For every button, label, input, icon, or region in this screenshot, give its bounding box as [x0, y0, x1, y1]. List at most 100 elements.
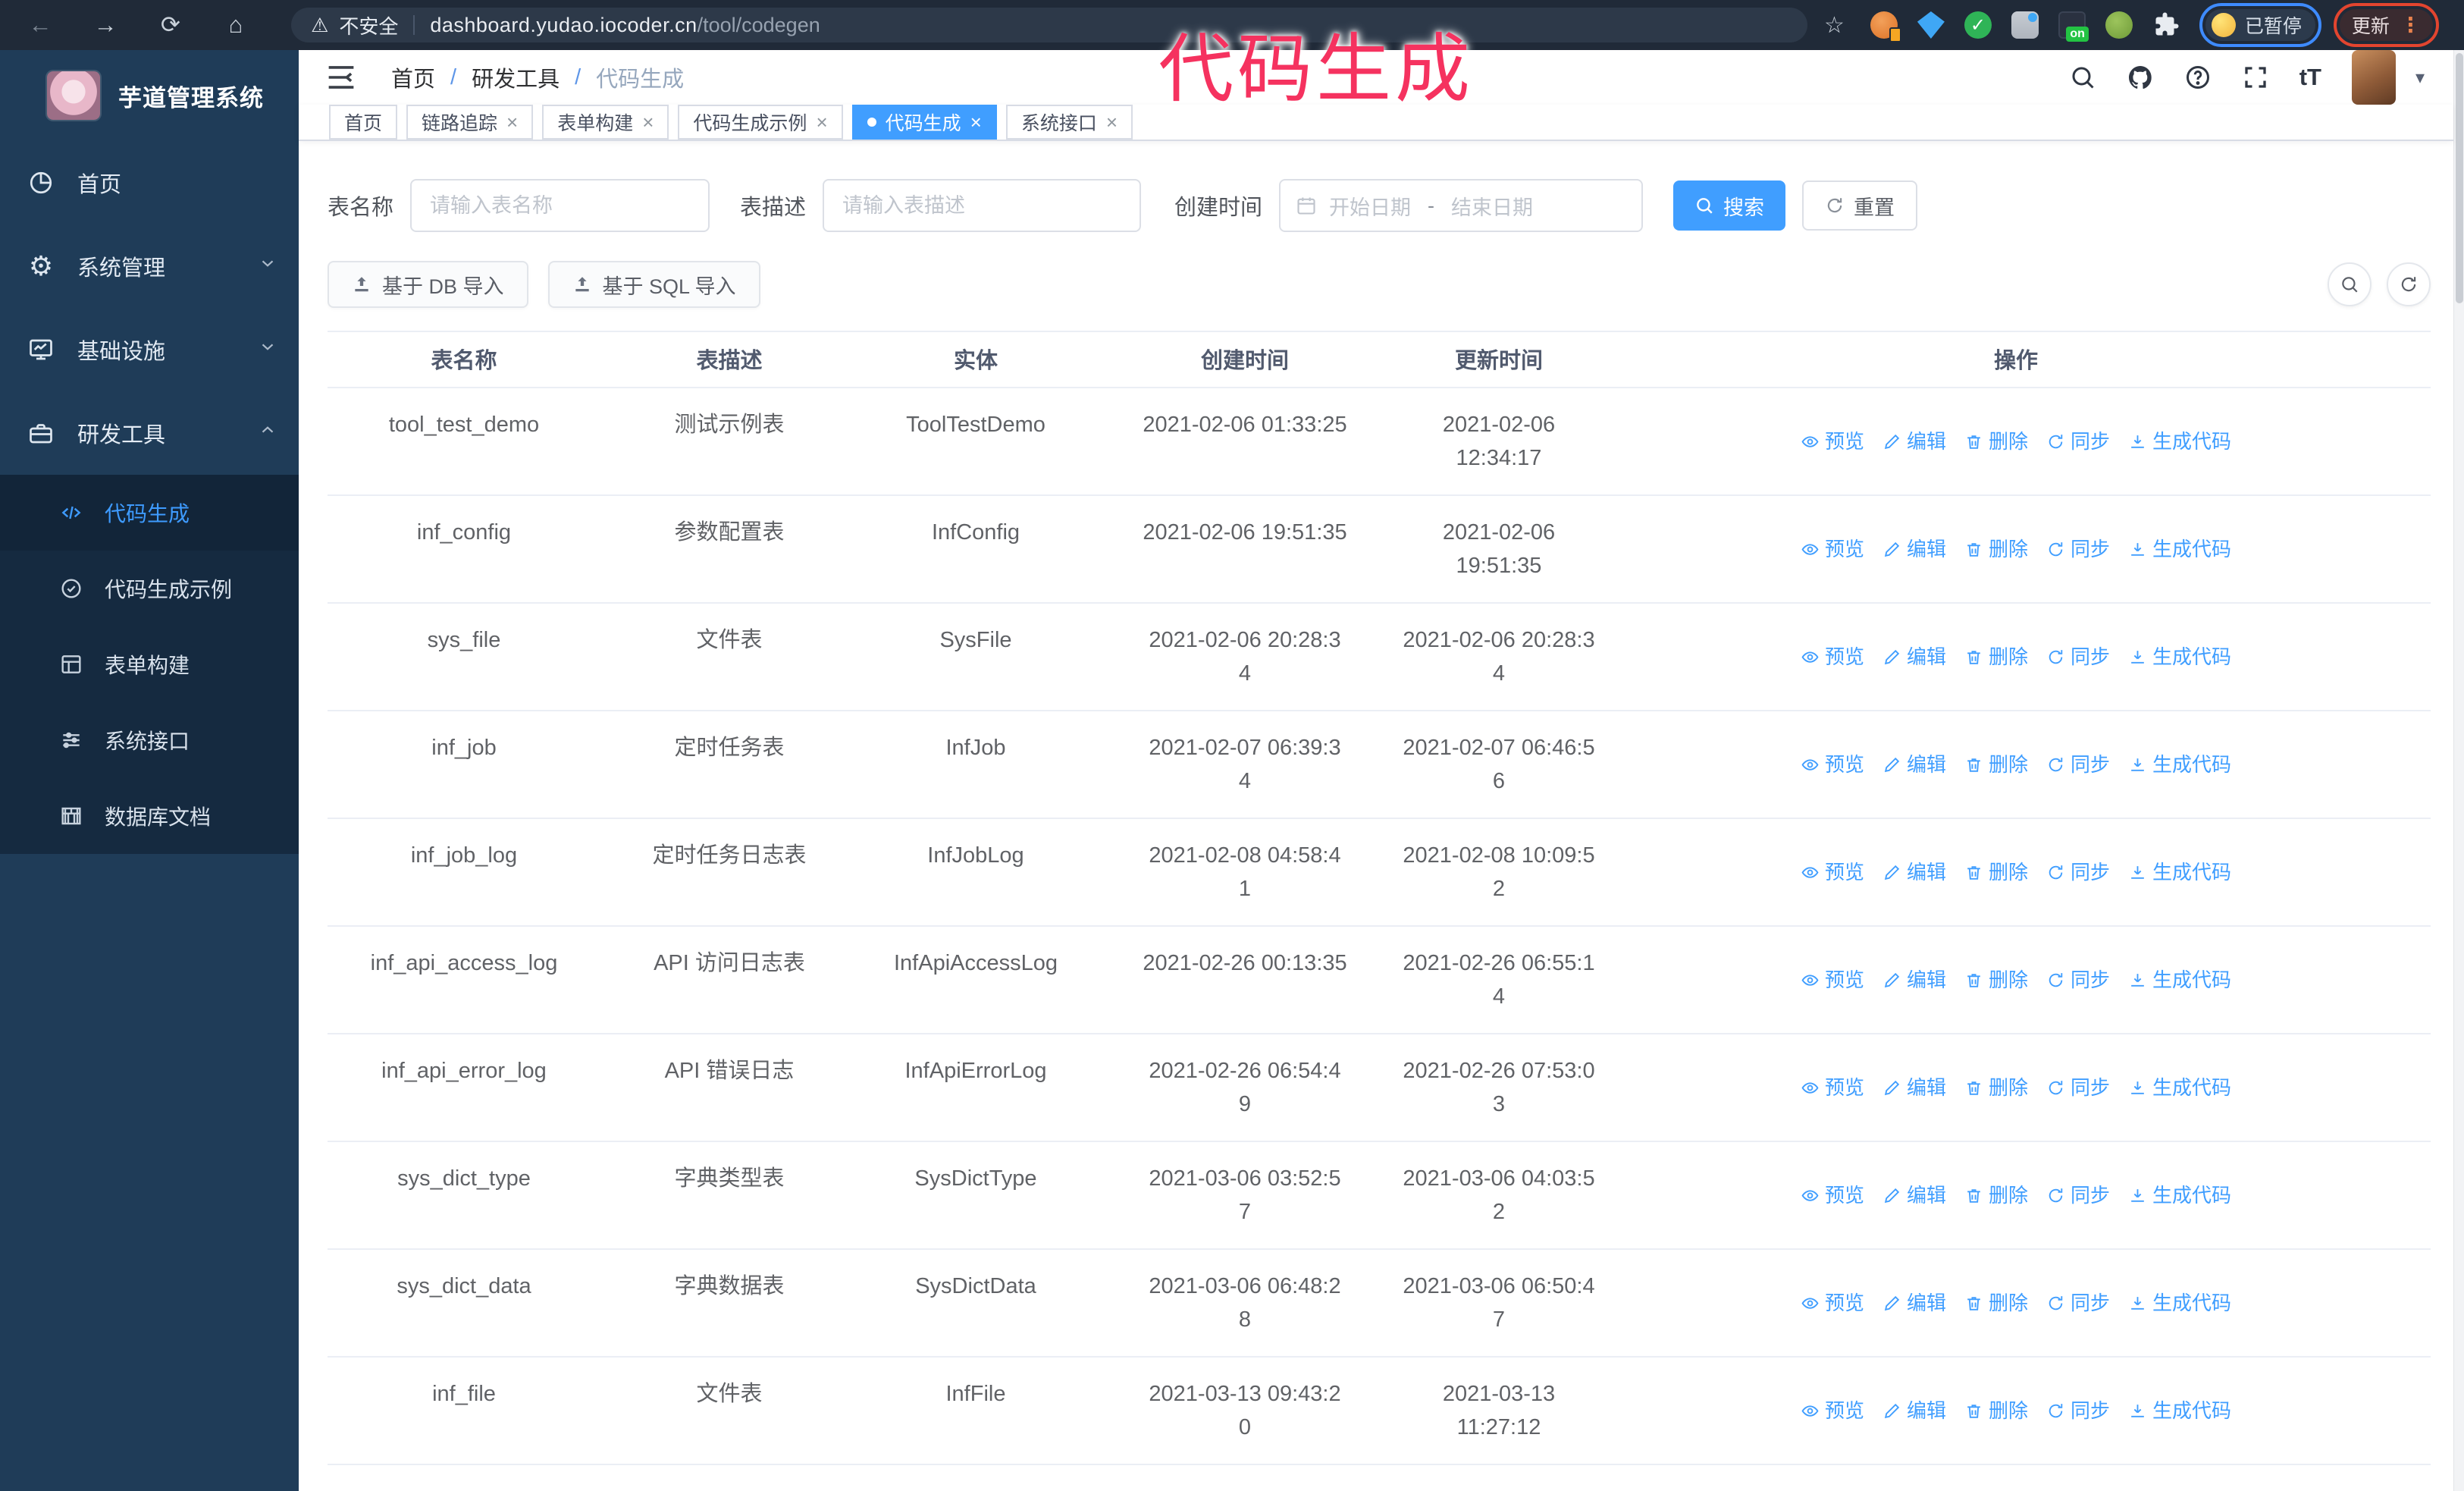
- delete-link[interactable]: 删除: [1964, 640, 2028, 673]
- sync-link[interactable]: 同步: [2046, 532, 2110, 566]
- sync-link[interactable]: 同步: [2046, 425, 2110, 458]
- generate-code-link[interactable]: 生成代码: [2128, 963, 2231, 997]
- delete-link[interactable]: 删除: [1964, 855, 2028, 889]
- sidebar-item-devtools[interactable]: 研发工具: [0, 391, 299, 475]
- sidebar-item-system-api[interactable]: 系统接口: [0, 702, 299, 778]
- search-icon[interactable]: [2069, 64, 2096, 91]
- generate-code-link[interactable]: 生成代码: [2128, 1286, 2231, 1320]
- reset-button[interactable]: 重置: [1802, 180, 1918, 231]
- tab-codegen[interactable]: 代码生成 ×: [851, 105, 997, 140]
- search-button[interactable]: 搜索: [1673, 180, 1786, 231]
- address-bar[interactable]: ⚠ 不安全 dashboard.yudao.iocoder.cn/tool/co…: [291, 8, 1807, 42]
- preview-link[interactable]: 预览: [1801, 963, 1864, 997]
- delete-link[interactable]: 删除: [1964, 1179, 2028, 1212]
- sql-import-button[interactable]: 基于 SQL 导入: [547, 261, 760, 308]
- browser-reload-icon[interactable]: ⟳: [156, 11, 185, 39]
- user-avatar[interactable]: [2351, 50, 2396, 105]
- extension-icon-green-check[interactable]: ✓: [1964, 11, 1992, 39]
- bookmark-star-icon[interactable]: ☆: [1824, 12, 1845, 39]
- edit-link[interactable]: 编辑: [1882, 1071, 1946, 1104]
- breadcrumb-devtools[interactable]: 研发工具: [472, 61, 560, 93]
- sidebar-item-infra[interactable]: 基础设施: [0, 308, 299, 391]
- preview-link[interactable]: 预览: [1801, 855, 1864, 889]
- browser-back-icon[interactable]: ←: [26, 11, 55, 39]
- close-icon[interactable]: ×: [970, 112, 982, 132]
- sidebar-item-system[interactable]: ⚙ 系统管理: [0, 224, 299, 308]
- avatar-caret-icon[interactable]: ▾: [2415, 67, 2425, 89]
- sidebar-item-home[interactable]: 首页: [0, 141, 299, 224]
- extension-icon-orange[interactable]: [1870, 11, 1901, 42]
- tab-home[interactable]: 首页: [329, 105, 398, 140]
- extension-icon-switch[interactable]: on: [2058, 11, 2089, 42]
- sidebar-logo-row[interactable]: 芋道管理系统: [0, 50, 299, 141]
- edit-link[interactable]: 编辑: [1882, 855, 1946, 889]
- sync-link[interactable]: 同步: [2046, 1286, 2110, 1320]
- edit-link[interactable]: 编辑: [1882, 963, 1946, 997]
- generate-code-link[interactable]: 生成代码: [2128, 1394, 2231, 1427]
- close-icon[interactable]: ×: [506, 112, 518, 132]
- generate-code-link[interactable]: 生成代码: [2128, 1179, 2231, 1212]
- sync-link[interactable]: 同步: [2046, 1179, 2110, 1212]
- edit-link[interactable]: 编辑: [1882, 532, 1946, 566]
- refresh-table-button[interactable]: [2387, 262, 2431, 306]
- delete-link[interactable]: 删除: [1964, 1394, 2028, 1427]
- preview-link[interactable]: 预览: [1801, 1394, 1864, 1427]
- extension-icon-blue-gem[interactable]: [1917, 11, 1945, 39]
- start-date-placeholder[interactable]: 开始日期: [1329, 191, 1411, 221]
- delete-link[interactable]: 删除: [1964, 1286, 2028, 1320]
- preview-link[interactable]: 预览: [1801, 1286, 1864, 1320]
- sync-link[interactable]: 同步: [2046, 963, 2110, 997]
- browser-update-button[interactable]: 更新 ⋮: [2339, 9, 2433, 41]
- help-icon[interactable]: [2184, 64, 2212, 91]
- sync-link[interactable]: 同步: [2046, 1394, 2110, 1427]
- browser-home-icon[interactable]: ⌂: [221, 11, 250, 39]
- delete-link[interactable]: 删除: [1964, 748, 2028, 781]
- sidebar-toggle-icon[interactable]: [326, 64, 356, 91]
- tab-system-api[interactable]: 系统接口 ×: [1005, 105, 1133, 140]
- extensions-puzzle-icon[interactable]: [2152, 11, 2180, 39]
- font-size-icon[interactable]: tT: [2299, 64, 2321, 91]
- sidebar-item-codegen-example[interactable]: 代码生成示例: [0, 551, 299, 626]
- preview-link[interactable]: 预览: [1801, 1071, 1864, 1104]
- delete-link[interactable]: 删除: [1964, 963, 2028, 997]
- edit-link[interactable]: 编辑: [1882, 1394, 1946, 1427]
- edit-link[interactable]: 编辑: [1882, 640, 1946, 673]
- preview-link[interactable]: 预览: [1801, 532, 1864, 566]
- delete-link[interactable]: 删除: [1964, 1071, 2028, 1104]
- generate-code-link[interactable]: 生成代码: [2128, 425, 2231, 458]
- sync-link[interactable]: 同步: [2046, 855, 2110, 889]
- browser-forward-icon[interactable]: →: [91, 11, 120, 39]
- sidebar-item-codegen[interactable]: 代码生成: [0, 475, 299, 551]
- sidebar-item-db-doc[interactable]: 数据库文档: [0, 778, 299, 854]
- sidebar-item-form-builder[interactable]: 表单构建: [0, 626, 299, 702]
- table-desc-input[interactable]: [823, 179, 1142, 232]
- edit-link[interactable]: 编辑: [1882, 748, 1946, 781]
- edit-link[interactable]: 编辑: [1882, 1286, 1946, 1320]
- close-icon[interactable]: ×: [1106, 112, 1118, 132]
- close-icon[interactable]: ×: [642, 112, 654, 132]
- preview-link[interactable]: 预览: [1801, 1179, 1864, 1212]
- browser-profile-button[interactable]: 已暂停: [2205, 9, 2315, 41]
- end-date-placeholder[interactable]: 结束日期: [1451, 191, 1533, 221]
- tab-tracing[interactable]: 链路追踪 ×: [406, 105, 534, 140]
- db-import-button[interactable]: 基于 DB 导入: [328, 261, 528, 308]
- tab-codegen-example[interactable]: 代码生成示例 ×: [678, 105, 843, 140]
- toggle-search-button[interactable]: [2328, 262, 2372, 306]
- edit-link[interactable]: 编辑: [1882, 425, 1946, 458]
- github-icon[interactable]: [2127, 64, 2154, 91]
- generate-code-link[interactable]: 生成代码: [2128, 1071, 2231, 1104]
- extension-icon-green-figure[interactable]: [2105, 11, 2133, 39]
- close-icon[interactable]: ×: [816, 112, 827, 132]
- breadcrumb-home[interactable]: 首页: [391, 61, 435, 93]
- date-range-picker[interactable]: 开始日期 - 结束日期: [1279, 179, 1644, 232]
- delete-link[interactable]: 删除: [1964, 532, 2028, 566]
- preview-link[interactable]: 预览: [1801, 640, 1864, 673]
- edit-link[interactable]: 编辑: [1882, 1179, 1946, 1212]
- sync-link[interactable]: 同步: [2046, 1071, 2110, 1104]
- preview-link[interactable]: 预览: [1801, 425, 1864, 458]
- table-name-input[interactable]: [410, 179, 710, 232]
- fullscreen-icon[interactable]: [2242, 64, 2269, 91]
- browser-menu-icon[interactable]: ⋮: [2400, 14, 2421, 37]
- generate-code-link[interactable]: 生成代码: [2128, 855, 2231, 889]
- scrollbar-thumb[interactable]: [2456, 53, 2463, 303]
